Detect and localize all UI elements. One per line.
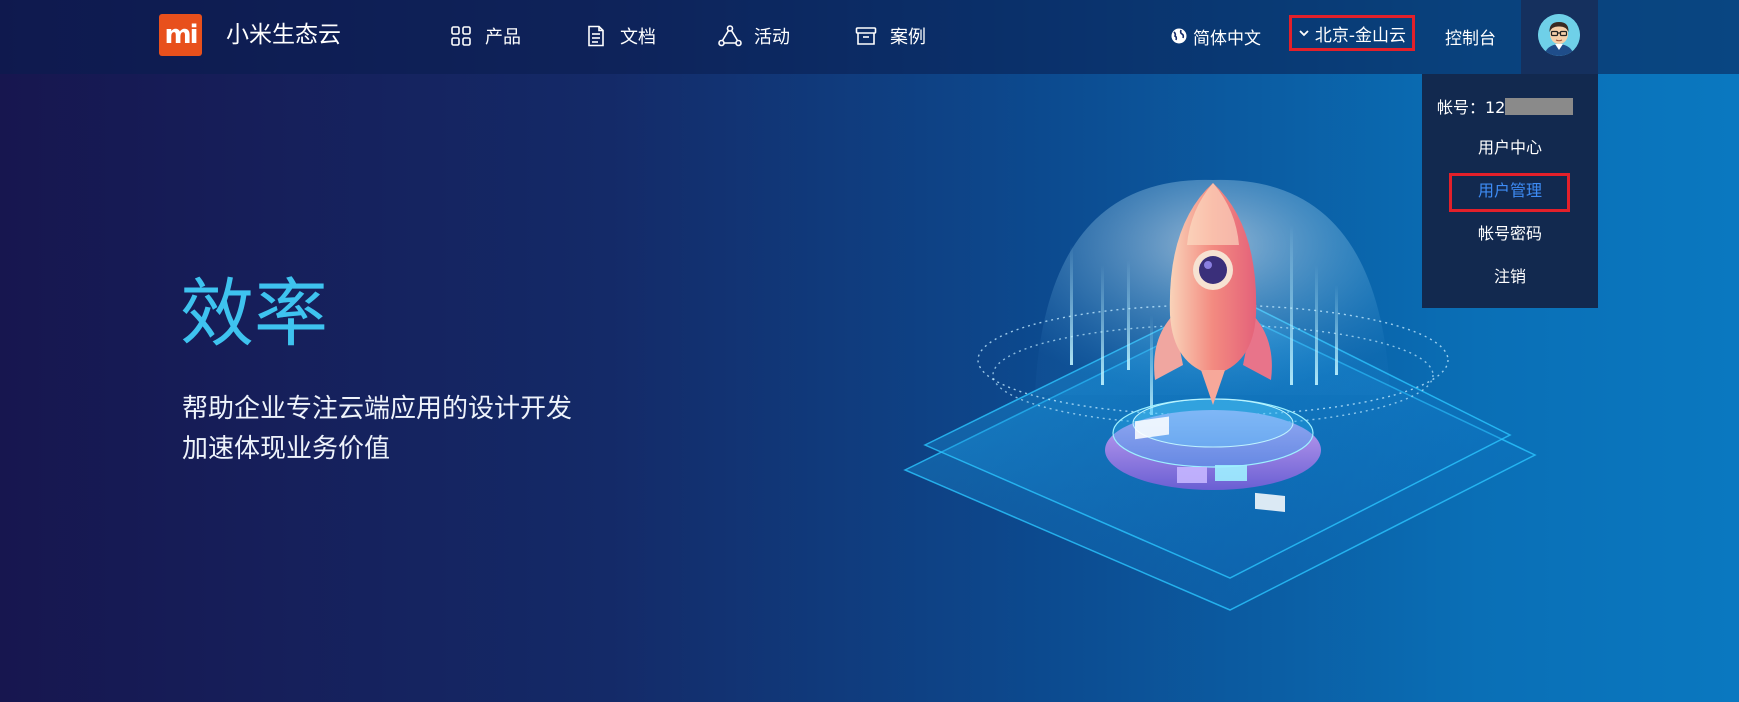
grid-icon <box>449 24 473 48</box>
nav-item-cases[interactable]: 案例 <box>854 19 926 53</box>
region-selector[interactable]: 北京-金山云 <box>1289 15 1415 51</box>
region-label: 北京-金山云 <box>1314 25 1407 46</box>
globe-icon <box>1171 28 1187 44</box>
hero-title: 效率 <box>180 271 328 357</box>
nav-item-docs[interactable]: 文档 <box>584 19 656 53</box>
hero-subtitle-line1: 帮助企业专注云端应用的设计开发 <box>182 394 573 424</box>
hero-subtitle-line2: 加速体现业务价值 <box>182 434 391 464</box>
top-nav-bar: mi 小米生态云 产品 文档 活动 案例 简体中文 北京-金山云 控制台 <box>0 0 1739 74</box>
nav-label-products: 产品 <box>485 27 521 48</box>
logo-text: mi <box>164 20 198 50</box>
chevron-down-icon <box>1299 30 1309 37</box>
document-icon <box>584 24 608 48</box>
console-link[interactable]: 控制台 <box>1445 19 1496 53</box>
user-menu-trigger[interactable] <box>1521 0 1598 74</box>
account-label: 帐号：12 <box>1437 98 1506 117</box>
language-label: 简体中文 <box>1193 28 1261 49</box>
nav-item-products[interactable]: 产品 <box>449 19 521 53</box>
rocket-illustration <box>903 179 1537 611</box>
nav-label-cases: 案例 <box>890 27 926 48</box>
nav-label-docs: 文档 <box>620 27 656 48</box>
account-info: 帐号：12 <box>1437 94 1574 118</box>
brand-name[interactable]: 小米生态云 <box>226 18 341 52</box>
archive-icon <box>854 24 878 48</box>
triangle-icon <box>718 24 742 48</box>
mi-logo[interactable]: mi <box>159 14 202 56</box>
nav-label-activities: 活动 <box>754 27 790 48</box>
avatar[interactable] <box>1538 14 1580 56</box>
nav-item-activities[interactable]: 活动 <box>718 19 790 53</box>
redacted-account-number <box>1505 97 1574 115</box>
language-switch[interactable]: 简体中文 <box>1171 19 1261 53</box>
menu-item-user-center[interactable]: 用户中心 <box>1422 136 1598 160</box>
